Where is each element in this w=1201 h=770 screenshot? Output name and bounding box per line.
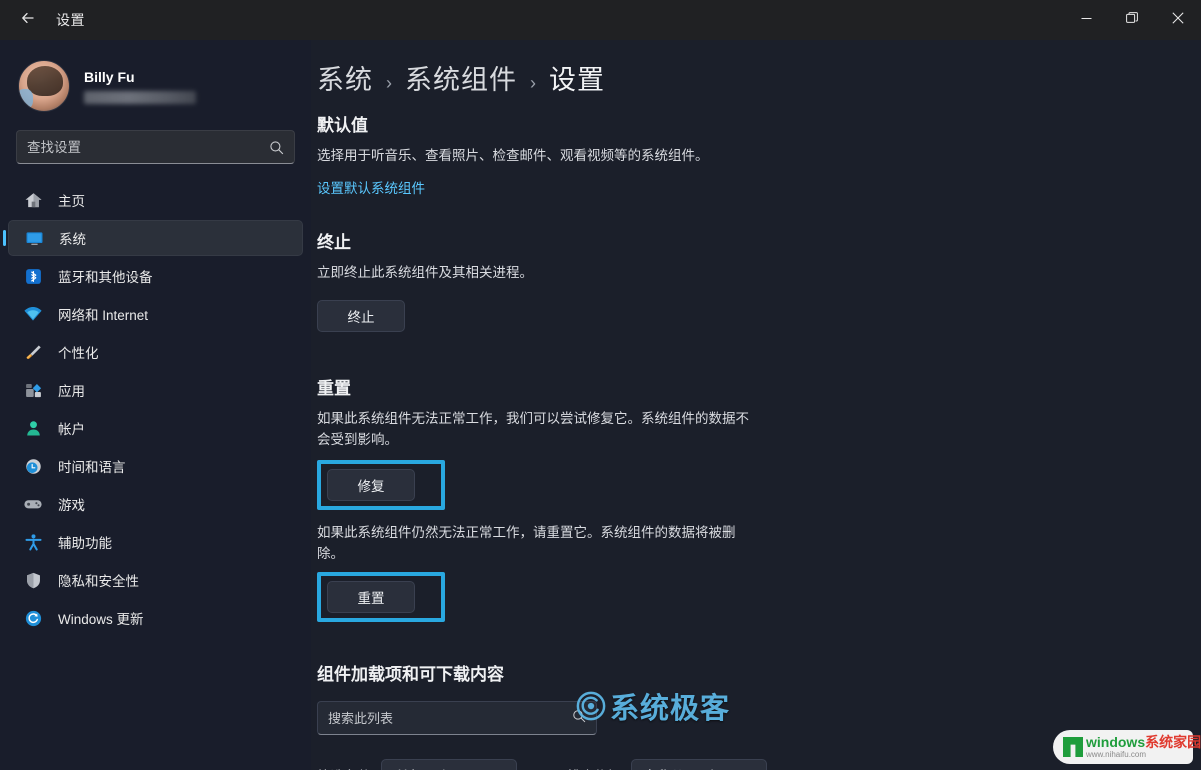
defaults-description: 选择用于听音乐、查看照片、检查邮件、观看视频等的系统组件。	[317, 148, 709, 163]
arrow-left-icon	[20, 10, 36, 31]
addons-search-box[interactable]	[317, 701, 597, 735]
sidebar-item-label: Windows 更新	[58, 612, 144, 627]
sidebar-item-label: 主页	[58, 194, 85, 209]
sidebar-item-accounts[interactable]: 帐户	[8, 410, 303, 446]
addons-filter-row: 筛选条件 所有驱动器 排序依据 名称从 A 到 Z	[317, 759, 1201, 770]
breadcrumb-separator: ›	[386, 73, 392, 93]
sort-label: 排序依据	[567, 765, 621, 770]
home-icon	[22, 189, 44, 211]
title-bar: 设置	[0, 0, 1201, 40]
filter-dropdown[interactable]: 所有驱动器	[381, 759, 517, 770]
maximize-button[interactable]	[1109, 0, 1155, 40]
window-body: Billy Fu 查找设置 主页 系统 蓝牙和其他设备 网络和 Internet…	[0, 40, 1201, 770]
search-input[interactable]	[27, 139, 263, 155]
minimize-icon	[1081, 11, 1092, 29]
terminate-title: 终止	[317, 233, 351, 252]
window-controls	[1063, 0, 1201, 40]
sidebar-item-gaming[interactable]: 游戏	[8, 486, 303, 522]
sidebar-item-windows-update[interactable]: Windows 更新	[8, 600, 303, 636]
person-icon	[22, 417, 44, 439]
sidebar-item-bluetooth[interactable]: 蓝牙和其他设备	[8, 258, 303, 294]
reset-description: 如果此系统组件仍然无法正常工作，请重置它。系统组件的数据将被删除。	[317, 525, 736, 561]
sidebar-item-label: 辅助功能	[58, 536, 112, 551]
terminate-button[interactable]: 终止	[317, 300, 405, 332]
addons-title: 组件加载项和可下载内容	[317, 665, 504, 684]
reset-button[interactable]: 重置	[327, 581, 415, 613]
terminate-section: 终止 立即终止此系统组件及其相关进程。 终止	[317, 228, 1201, 332]
sidebar-item-label: 蓝牙和其他设备	[58, 270, 153, 285]
apps-icon	[22, 379, 44, 401]
gamepad-icon	[22, 493, 44, 515]
sidebar-item-label: 个性化	[58, 346, 99, 361]
close-icon	[1172, 11, 1184, 29]
sidebar-item-label: 时间和语言	[58, 460, 126, 475]
sidebar-item-label: 隐私和安全性	[58, 574, 139, 589]
repair-button-highlight: 修复	[317, 460, 445, 510]
sidebar-item-label: 游戏	[58, 498, 85, 513]
sidebar-item-home[interactable]: 主页	[8, 182, 303, 218]
sidebar-item-label: 网络和 Internet	[58, 308, 149, 323]
sidebar-item-network[interactable]: 网络和 Internet	[8, 296, 303, 332]
breadcrumb-separator: ›	[530, 73, 536, 93]
bluetooth-icon	[22, 265, 44, 287]
avatar	[18, 60, 70, 112]
addons-section: 组件加载项和可下载内容 筛选条件 所有驱动器 排序依据 名称从	[317, 660, 1201, 770]
sidebar-item-label: 帐户	[58, 422, 85, 437]
wifi-icon	[22, 303, 44, 325]
app-title: 设置	[56, 12, 85, 28]
sidebar-item-label: 应用	[58, 384, 85, 399]
account-email-blurred	[84, 91, 196, 104]
display-icon	[23, 227, 45, 249]
search-settings-box[interactable]	[16, 130, 295, 164]
reset-button-highlight: 重置	[317, 572, 445, 622]
breadcrumb-item-system-components[interactable]: 系统组件	[405, 58, 517, 97]
sidebar-item-personalization[interactable]: 个性化	[8, 334, 303, 370]
set-default-components-link[interactable]: 设置默认系统组件	[317, 177, 425, 197]
repair-description: 如果此系统组件无法正常工作，我们可以尝试修复它。系统组件的数据不会受到影响。	[317, 411, 749, 447]
reset-title: 重置	[317, 379, 351, 398]
filter-label: 筛选条件	[317, 765, 371, 770]
shield-icon	[22, 569, 44, 591]
sidebar-item-accessibility[interactable]: 辅助功能	[8, 524, 303, 560]
sidebar-item-system[interactable]: 系统	[3, 220, 303, 256]
accessibility-icon	[22, 531, 44, 553]
repair-button[interactable]: 修复	[327, 469, 415, 501]
breadcrumb-item-system[interactable]: 系统	[317, 58, 373, 97]
main-content: 系统 › 系统组件 › 设置 默认值 选择用于听音乐、查看照片、检查邮件、观看视…	[311, 40, 1201, 770]
sidebar-nav: 主页 系统 蓝牙和其他设备 网络和 Internet 个性化 应用 帐户 时间和…	[0, 182, 311, 636]
reset-section: 重置 如果此系统组件无法正常工作，我们可以尝试修复它。系统组件的数据不会受到影响…	[317, 374, 1201, 622]
breadcrumb: 系统 › 系统组件 › 设置	[317, 58, 1201, 97]
sidebar-item-label: 系统	[59, 232, 86, 247]
clock-icon	[22, 455, 44, 477]
sort-dropdown[interactable]: 名称从 A 到 Z	[631, 759, 767, 770]
minimize-button[interactable]	[1063, 0, 1109, 40]
close-button[interactable]	[1155, 0, 1201, 40]
sidebar: Billy Fu 查找设置 主页 系统 蓝牙和其他设备 网络和 Internet…	[0, 40, 311, 770]
sidebar-item-apps[interactable]: 应用	[8, 372, 303, 408]
addons-search-input[interactable]	[328, 710, 572, 726]
defaults-title: 默认值	[317, 116, 368, 135]
sidebar-item-time-language[interactable]: 时间和语言	[8, 448, 303, 484]
account-block[interactable]: Billy Fu	[0, 40, 311, 114]
account-name: Billy Fu	[84, 69, 135, 85]
update-icon	[22, 607, 44, 629]
search-icon	[572, 709, 586, 728]
back-button[interactable]	[8, 4, 48, 36]
sidebar-item-privacy-security[interactable]: 隐私和安全性	[8, 562, 303, 598]
terminate-description: 立即终止此系统组件及其相关进程。	[317, 265, 533, 280]
breadcrumb-item-settings: 设置	[549, 65, 605, 95]
search-icon	[269, 140, 284, 155]
restore-icon	[1126, 11, 1138, 29]
defaults-section: 默认值 选择用于听音乐、查看照片、检查邮件、观看视频等的系统组件。 设置默认系统…	[317, 111, 1201, 198]
brush-icon	[22, 341, 44, 363]
